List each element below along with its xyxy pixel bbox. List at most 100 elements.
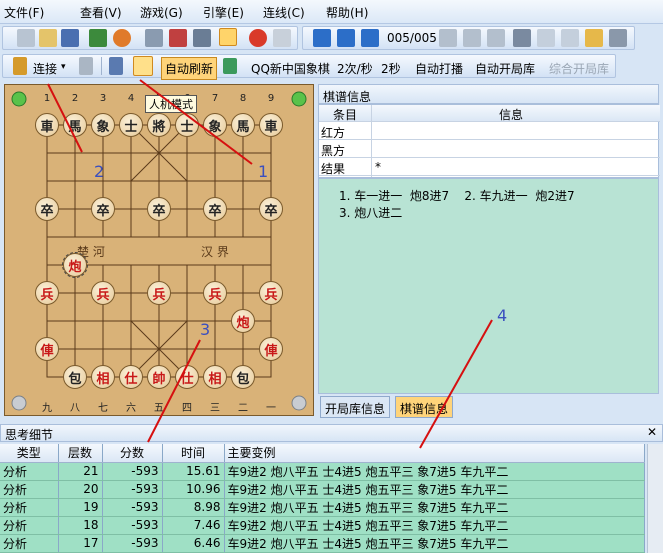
piece-black-chariot[interactable]: 車 [35, 113, 59, 137]
piece-red-soldier[interactable]: 兵 [91, 281, 115, 305]
piece-black-cannon[interactable]: 包 [63, 365, 87, 389]
table-row[interactable]: 分析 18 -593 7.46 车9进2 炮八平五 士4进5 炮五平三 象7进5 车九平… [0, 516, 645, 535]
piece-black-soldier[interactable]: 卒 [259, 197, 283, 221]
table-row[interactable]: 分析 21 -593 15.61 车9进2 炮八平五 士4进5 炮五平三 象7进5 车九… [0, 462, 645, 481]
open-icon[interactable] [39, 29, 57, 47]
piece-black-elephant[interactable]: 象 [203, 113, 227, 137]
tool-icon[interactable] [513, 29, 531, 47]
cell-time: 15.61 [162, 462, 225, 481]
piece-red-general[interactable]: 帥 [147, 365, 171, 389]
screen-red-icon[interactable] [169, 29, 187, 47]
piece-black-soldier[interactable]: 卒 [35, 197, 59, 221]
close-icon[interactable]: ✕ [647, 425, 657, 439]
piece-red-cannon[interactable]: 炮 [62, 252, 88, 278]
paste-icon[interactable] [561, 29, 579, 47]
piece-red-cannon[interactable]: 炮 [231, 309, 255, 333]
connect-icon[interactable] [13, 57, 27, 75]
piece-red-elephant[interactable]: 相 [91, 365, 115, 389]
flip-icon[interactable] [89, 29, 107, 47]
stop-icon[interactable] [249, 29, 267, 47]
col-score[interactable]: 分数 [102, 444, 163, 463]
tab-opening-book[interactable]: 开局库信息 [320, 396, 391, 418]
move-line-1[interactable]: 1. 车一进一 炮8进7 2. 车九进一 炮2进7 [339, 187, 575, 204]
piece-red-elephant[interactable]: 相 [203, 365, 227, 389]
piece-black-advisor[interactable]: 士 [175, 113, 199, 137]
first-move-icon[interactable] [313, 29, 331, 47]
prev-fast-icon[interactable] [337, 29, 355, 47]
copy-icon[interactable] [537, 29, 555, 47]
table-row[interactable]: 分析 19 -593 8.98 车9进2 炮八平五 士4进5 炮五平三 象7进5 车九平… [0, 498, 645, 517]
cell-score: -593 [102, 462, 163, 481]
magnifier-icon[interactable] [133, 56, 153, 76]
col-depth[interactable]: 层数 [58, 444, 103, 463]
piece-red-soldier[interactable]: 兵 [35, 281, 59, 305]
undo-icon[interactable] [273, 29, 291, 47]
search-icon[interactable] [219, 28, 237, 46]
auto-refresh-button[interactable]: 自动刷新 [161, 57, 218, 80]
connect-button[interactable]: 连接 [33, 60, 57, 77]
engine-icon[interactable] [109, 57, 123, 75]
table-row[interactable]: 分析 17 -593 6.46 车9进2 炮八平五 士4进5 炮五平三 象7进5 车九平… [0, 534, 645, 553]
prev-move-icon[interactable] [361, 29, 379, 47]
col-time[interactable]: 时间 [162, 444, 225, 463]
piece-red-chariot[interactable]: 俥 [35, 337, 59, 361]
cell-depth: 21 [58, 462, 103, 481]
next-move-icon[interactable] [439, 29, 457, 47]
col-type[interactable]: 类型 [0, 444, 59, 463]
cell-score: -593 [102, 534, 163, 553]
piece-black-horse[interactable]: 馬 [231, 113, 255, 137]
tab-record-info[interactable]: 棋谱信息 [395, 396, 454, 418]
piece-black-advisor[interactable]: 士 [119, 113, 143, 137]
piece-black-cannon[interactable]: 包 [231, 365, 255, 389]
chess-board[interactable]: 1 2 3 4 5 6 7 8 9 九 八 七 六 五 四 三 二 一 楚 河 … [4, 84, 314, 416]
col-pv[interactable]: 主要变例 [224, 444, 645, 463]
cell-pv: 车9进2 炮八平五 士4进5 炮五平三 象7进5 车九平二 [224, 480, 645, 499]
piece-black-soldier[interactable]: 卒 [203, 197, 227, 221]
row-result-value[interactable]: * [375, 160, 381, 174]
menu-help[interactable]: 帮助(H) [326, 4, 368, 21]
settings-icon[interactable] [609, 29, 627, 47]
file-label: 八 [70, 403, 80, 414]
move-list[interactable]: 1. 车一进一 炮8进7 2. 车九进一 炮2进7 3. 炮八进二 [318, 178, 659, 394]
rate-label[interactable]: 2次/秒 [337, 60, 373, 77]
combined-open-button[interactable]: 综合开局库 [549, 60, 609, 77]
piece-red-soldier[interactable]: 兵 [259, 281, 283, 305]
screen-icon[interactable] [145, 29, 163, 47]
last-move-icon[interactable] [487, 29, 505, 47]
piece-black-soldier[interactable]: 卒 [91, 197, 115, 221]
record-info-table: 条目 信息 红方 黑方 结果 * [318, 104, 660, 178]
piece-red-advisor[interactable]: 仕 [119, 365, 143, 389]
interval-label[interactable]: 2秒 [381, 60, 401, 77]
refresh-icon[interactable] [223, 58, 237, 74]
clock-icon[interactable] [113, 29, 131, 47]
piece-red-advisor[interactable]: 仕 [175, 365, 199, 389]
piece-red-soldier[interactable]: 兵 [203, 281, 227, 305]
piece-black-general[interactable]: 將 [147, 113, 171, 137]
menu-connect[interactable]: 连线(C) [263, 4, 305, 21]
save-icon[interactable] [61, 29, 79, 47]
piece-red-chariot[interactable]: 俥 [259, 337, 283, 361]
menu-file[interactable]: 文件(F) [4, 4, 44, 21]
book-icon[interactable] [585, 29, 603, 47]
auto-click-button[interactable]: 自动打播 [415, 60, 463, 77]
screen-dark-icon[interactable] [193, 29, 211, 47]
piece-black-horse[interactable]: 馬 [63, 113, 87, 137]
menu-view[interactable]: 查看(V) [80, 4, 122, 21]
new-icon[interactable] [17, 29, 35, 47]
next-fast-icon[interactable] [463, 29, 481, 47]
piece-black-chariot[interactable]: 車 [259, 113, 283, 137]
menu-engine[interactable]: 引擎(E) [203, 4, 244, 21]
piece-red-soldier[interactable]: 兵 [147, 281, 171, 305]
table-row[interactable]: 分析 20 -593 10.96 车9进2 炮八平五 士4进5 炮五平三 象7进5 车九… [0, 480, 645, 499]
menu-game[interactable]: 游戏(G) [140, 4, 183, 21]
cell-type: 分析 [0, 462, 59, 481]
cell-type: 分析 [0, 516, 59, 535]
move-line-2[interactable]: 3. 炮八进二 [339, 204, 402, 221]
platform-label[interactable]: QQ新中国象棋 [251, 60, 330, 77]
scrollbar[interactable] [647, 444, 663, 553]
piece-black-soldier[interactable]: 卒 [147, 197, 171, 221]
pin-icon[interactable] [79, 57, 93, 75]
connect-dropdown-icon[interactable]: ▾ [61, 62, 66, 72]
auto-open-button[interactable]: 自动开局库 [475, 60, 535, 77]
piece-black-elephant[interactable]: 象 [91, 113, 115, 137]
